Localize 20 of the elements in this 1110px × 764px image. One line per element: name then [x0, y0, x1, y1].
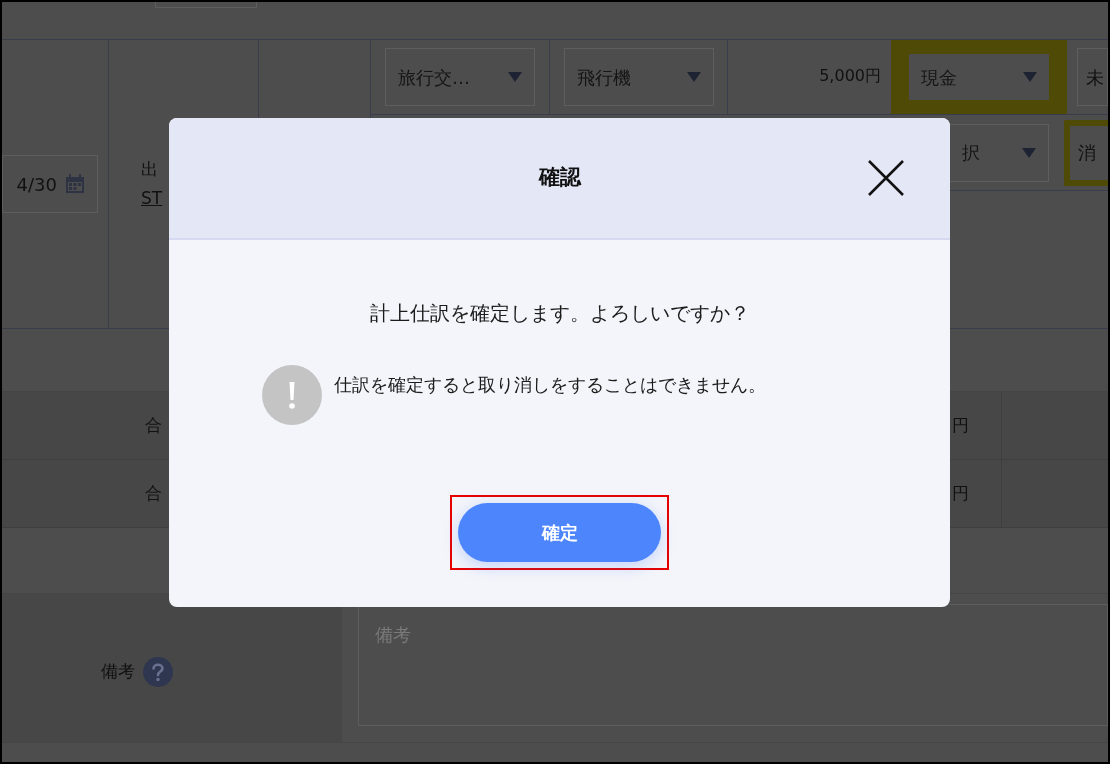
purpose-label: 出: [141, 157, 159, 181]
confirm-button[interactable]: 確定: [458, 503, 661, 562]
close-button[interactable]: [866, 158, 906, 198]
dropdown-select[interactable]: 飛行機: [563, 48, 714, 106]
warning-icon: [262, 365, 322, 425]
dropdown-select[interactable]: 消: [1064, 119, 1108, 186]
dropdown-select[interactable]: 旅行交…: [385, 48, 535, 106]
date-field[interactable]: 4/30: [2, 155, 98, 213]
caret-icon: [686, 72, 701, 82]
dropdown-select[interactable]: 未: [1077, 48, 1108, 106]
caret-icon: [508, 72, 522, 82]
warning-text: 仕訳を確定すると取り消しをすることはできません。: [334, 373, 766, 397]
help-icon[interactable]: [143, 657, 173, 687]
amount-text: 5,000円: [819, 65, 881, 87]
caret-icon: [1023, 72, 1037, 82]
caret-icon: [1022, 147, 1036, 158]
close-icon: [868, 160, 904, 196]
dialog-message: 計上仕訳を確定します。よろしいですか？: [369, 300, 750, 327]
calendar-icon: [65, 174, 85, 194]
dialog-title: 確認: [538, 164, 581, 192]
